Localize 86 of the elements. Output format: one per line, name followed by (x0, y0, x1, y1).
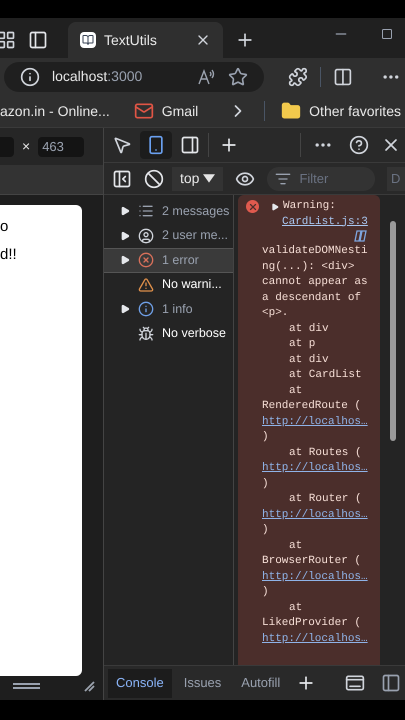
dock-icon[interactable] (345, 673, 365, 693)
folder-icon (281, 101, 302, 121)
dock-icon[interactable] (180, 135, 200, 155)
message-text: a descendant of (262, 292, 362, 304)
expand-arrow-icon[interactable] (120, 230, 130, 241)
browser-tab[interactable]: TextUtils (68, 22, 223, 58)
error-icon (138, 252, 154, 268)
stack-frame: at Routes ( (289, 446, 362, 458)
stack-frame: at (289, 540, 302, 552)
drawer-icon[interactable] (381, 673, 401, 693)
message-text: BrowserRouter ( (262, 555, 362, 567)
drawer-tab[interactable]: Issues (176, 668, 230, 698)
sidebar-item[interactable]: No warni... (104, 272, 233, 297)
inspect-icon[interactable] (112, 135, 132, 155)
sidebar-item[interactable]: No verbose (104, 322, 233, 346)
message-text: cannot appear as (262, 276, 368, 288)
address-bar[interactable]: localhost:3000 (4, 62, 264, 92)
page-text: o (0, 217, 8, 237)
expand-arrow-icon[interactable] (120, 206, 130, 216)
url-text: localhost:3000 (52, 67, 144, 86)
warning-title: Warning: (283, 199, 336, 214)
times-sign: × (22, 137, 30, 156)
height-input[interactable]: 463 (38, 136, 84, 156)
sidebar-item[interactable]: 1 error (104, 248, 233, 272)
resize-bar-icon[interactable] (13, 683, 40, 689)
panel-icon[interactable] (28, 30, 48, 50)
info-icon (20, 66, 40, 86)
message-text: LikedProvider ( (262, 617, 362, 629)
read-aloud-icon[interactable] (196, 66, 216, 86)
context-dropdown[interactable]: top (172, 166, 224, 190)
message-text: ) (262, 586, 269, 598)
favorite-link[interactable]: azon.in - Online... (0, 100, 110, 122)
filter-field[interactable]: Filter (267, 166, 375, 190)
stack-link[interactable]: http://localhos… (262, 632, 368, 644)
error-icon (246, 200, 259, 214)
message-text: validateDOMNesti (262, 245, 368, 257)
expand-arrow-icon[interactable] (120, 255, 130, 266)
stack-link[interactable]: http://localhos… (262, 570, 368, 582)
message-text: <p>. (262, 307, 288, 319)
stack-frame: at CardList (289, 369, 362, 381)
workspaces-icon[interactable] (0, 30, 16, 50)
sidebar-item[interactable]: 2 user me... (104, 224, 233, 248)
stack-frame: at div (289, 322, 329, 334)
info-icon (138, 301, 154, 318)
maximize-icon[interactable] (381, 28, 393, 40)
stack-frame: at div (289, 354, 329, 366)
drawer-tab[interactable]: Console (108, 668, 172, 698)
help-icon[interactable] (349, 135, 369, 155)
list-icon (138, 203, 154, 220)
filter-icon (275, 170, 292, 186)
extensions-icon[interactable] (288, 66, 308, 86)
stack-frame: at Router ( (289, 493, 362, 505)
source-link[interactable]: CardList.js:3 (282, 216, 368, 228)
expand-arrow-icon[interactable] (120, 304, 130, 314)
device-toggle-button[interactable] (140, 131, 172, 159)
scrollbar-thumb[interactable] (390, 221, 396, 441)
expand-arrow-icon[interactable] (271, 202, 279, 211)
other-favorites[interactable]: Other favorites (281, 100, 405, 122)
stack-link[interactable]: http://localhos… (262, 416, 368, 428)
mail-icon (134, 101, 154, 121)
stack-frame: at p (289, 338, 316, 350)
sidebar-item[interactable]: 2 messages (104, 199, 233, 224)
tab-title: TextUtils (104, 30, 158, 50)
split-screen-icon[interactable] (333, 66, 354, 86)
sidebar-item[interactable]: 1 info (104, 297, 233, 322)
favorite-star-icon[interactable] (228, 66, 248, 86)
user-icon (138, 228, 154, 244)
message-text: ) (262, 431, 269, 443)
message-text: ) (262, 478, 269, 490)
page-text: d!! (0, 245, 17, 265)
message-text: ) (262, 524, 269, 536)
stack-frame: at (289, 384, 302, 396)
bug-icon (138, 326, 154, 342)
clear-icon[interactable] (144, 168, 164, 188)
sidebar-toggle-icon[interactable] (112, 168, 132, 188)
message-text: ng(...): <div> (262, 260, 354, 272)
stack-link[interactable]: http://localhos… (262, 508, 368, 520)
drawer-tab[interactable]: Autofill (233, 668, 288, 698)
book-icon (80, 32, 96, 48)
favorite-link[interactable]: Gmail (134, 100, 198, 122)
warning-icon (138, 276, 154, 293)
stack-link[interactable]: http://localhos… (262, 462, 368, 474)
message-text: RenderedRoute ( (262, 400, 362, 412)
caret-icon (203, 174, 216, 184)
stack-frame: at (289, 602, 302, 614)
resize-handle-icon[interactable] (83, 680, 95, 692)
